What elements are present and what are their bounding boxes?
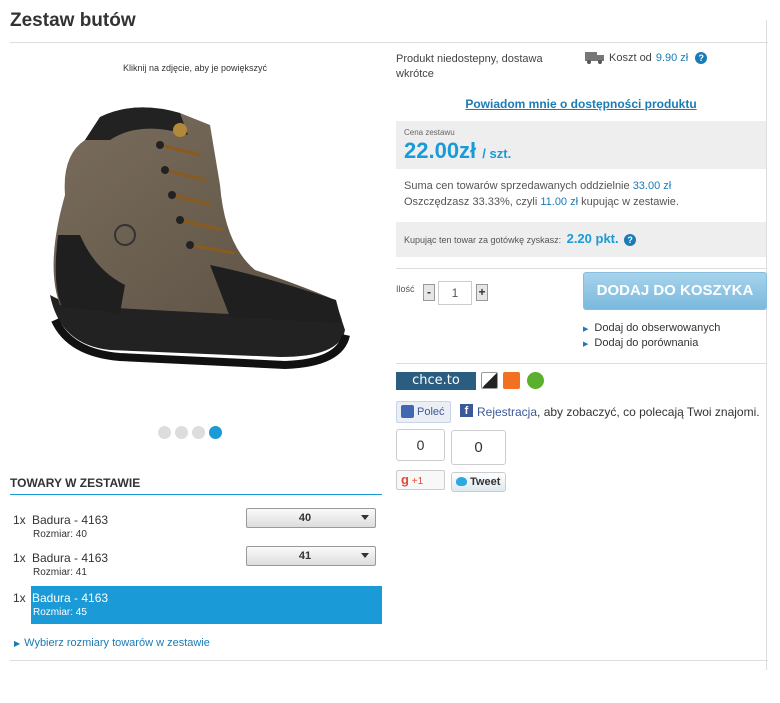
gallery-dot-active[interactable] xyxy=(209,426,222,439)
bullet-icon: ▶ xyxy=(14,639,21,648)
divider xyxy=(396,268,766,269)
item-size: Rozmiar: 41 xyxy=(33,567,87,578)
price-label: Cena zestawu xyxy=(404,128,455,137)
gadu-icon[interactable] xyxy=(527,372,544,389)
tweet-label: Tweet xyxy=(470,476,501,488)
size-select-value: 40 xyxy=(298,512,312,524)
blip-icon[interactable] xyxy=(503,372,520,389)
facebook-like-button[interactable]: Poleć xyxy=(396,401,451,423)
gallery-hint: Kliknij na zdjęcie, aby je powiększyć xyxy=(122,63,268,73)
size-select-value: 41 xyxy=(298,550,312,562)
savings-sum-label: Suma cen towarów sprzedawanych oddzielni… xyxy=(404,180,630,192)
chceto-button[interactable]: chce.to xyxy=(396,372,476,390)
price-value: 22.00zł xyxy=(404,138,477,163)
compare-label: Dodaj do porównania xyxy=(594,337,699,349)
shipping-cost: Koszt od 9.90 zł ? xyxy=(585,52,708,64)
fb-like-label: Poleć xyxy=(417,406,445,418)
choose-sizes-label: Wybierz rozmiary towarów w zestawie xyxy=(24,637,210,649)
chevron-down-icon xyxy=(361,553,369,558)
savings-info: Suma cen towarów sprzedawanych oddzielni… xyxy=(404,178,764,210)
points-box: Kupując ten towar za gotówkę zyskasz: 2.… xyxy=(396,222,766,257)
page-title: Zestaw butów xyxy=(10,10,136,31)
thumbs-up-icon xyxy=(401,405,414,418)
gplus-count: 0 xyxy=(396,429,445,461)
divider xyxy=(10,660,768,661)
quantity-increment-button[interactable]: + xyxy=(476,284,488,301)
item-size: Rozmiar: 45 xyxy=(33,607,87,618)
bullet-icon: ▶ xyxy=(583,326,589,333)
gallery-dot[interactable] xyxy=(192,426,205,439)
help-icon[interactable]: ? xyxy=(624,234,637,246)
gallery-dots xyxy=(158,426,222,439)
tweet-count: 0 xyxy=(451,430,506,465)
help-icon[interactable]: ? xyxy=(695,52,708,64)
add-to-cart-button[interactable]: DODAJ DO KOSZYKA xyxy=(583,272,767,310)
tweet-button[interactable]: Tweet xyxy=(451,472,506,492)
notify-availability-link[interactable]: Powiadom mnie o dostępności produktu xyxy=(396,97,766,111)
google-plus-icon: g xyxy=(401,472,409,487)
choose-sizes-link[interactable]: ▶ Wybierz rozmiary towarów w zestawie xyxy=(14,637,210,649)
facebook-icon: f xyxy=(460,404,473,417)
add-to-compare-link[interactable]: ▶ Dodaj do porównania xyxy=(583,337,698,349)
points-text: Kupując ten towar za gotówkę zyskasz: xyxy=(404,235,562,245)
savings-suffix: kupując w zestawie. xyxy=(581,196,679,208)
set-item: 1x Badura - 4163 Rozmiar: 40 40 xyxy=(10,508,382,546)
item-name: Badura - 4163 xyxy=(32,513,109,527)
fb-register-suffix: , aby zobaczyć, co polecają Twoi znajomi… xyxy=(537,405,760,419)
watchlist-label: Dodaj do obserwowanych xyxy=(594,322,721,334)
fb-register-link[interactable]: Rejestracja xyxy=(477,405,537,419)
google-plus-button[interactable]: g +1 xyxy=(396,470,445,490)
divider xyxy=(10,42,768,43)
gplus-label: +1 xyxy=(411,476,424,487)
set-item-selected[interactable]: 1x Badura - 4163 Rozmiar: 45 xyxy=(10,586,382,624)
fb-register-text: Rejestracja, aby zobaczyć, co polecają T… xyxy=(477,405,760,419)
availability-text: Produkt niedostepny, dostawa wkrótce xyxy=(396,53,543,80)
shipping-prefix: Koszt od xyxy=(609,52,652,64)
savings-label: Oszczędzasz 33.33%, czyli xyxy=(404,196,538,208)
item-qty: 1x xyxy=(13,591,26,605)
product-image[interactable] xyxy=(40,95,355,385)
size-select[interactable]: 41 xyxy=(246,546,376,566)
item-size: Rozmiar: 40 xyxy=(33,529,87,540)
gallery-dot[interactable] xyxy=(158,426,171,439)
delicious-icon[interactable] xyxy=(481,372,498,389)
item-name: Badura - 4163 xyxy=(32,551,109,565)
points-value: 2.20 pkt. xyxy=(566,231,619,246)
item-qty: 1x xyxy=(13,551,26,565)
price-unit: / szt. xyxy=(482,146,512,161)
divider xyxy=(396,363,766,364)
set-item: 1x Badura - 4163 Rozmiar: 41 41 xyxy=(10,546,382,584)
quantity-decrement-button[interactable]: - xyxy=(423,284,435,301)
twitter-bird-icon xyxy=(456,477,467,486)
shipping-price: 9.90 zł xyxy=(655,52,689,64)
size-select[interactable]: 40 xyxy=(246,508,376,528)
price-box: Cena zestawu 22.00zł / szt. xyxy=(396,121,766,169)
bullet-icon: ▶ xyxy=(583,341,589,348)
price: 22.00zł / szt. xyxy=(404,138,511,164)
truck-icon xyxy=(585,52,604,64)
item-qty: 1x xyxy=(13,513,26,527)
quantity-input[interactable]: 1 xyxy=(438,281,472,305)
chevron-down-icon xyxy=(361,515,369,520)
set-header: TOWARY W ZESTAWIE xyxy=(10,476,382,495)
add-to-watchlist-link[interactable]: ▶ Dodaj do obserwowanych xyxy=(583,322,720,334)
gallery-dot[interactable] xyxy=(175,426,188,439)
divider xyxy=(766,20,767,670)
savings-sum-value: 33.00 zł xyxy=(632,180,672,192)
item-name: Badura - 4163 xyxy=(32,591,109,605)
quantity-label: Ilość xyxy=(396,284,415,294)
savings-value: 11.00 zł xyxy=(540,196,579,208)
